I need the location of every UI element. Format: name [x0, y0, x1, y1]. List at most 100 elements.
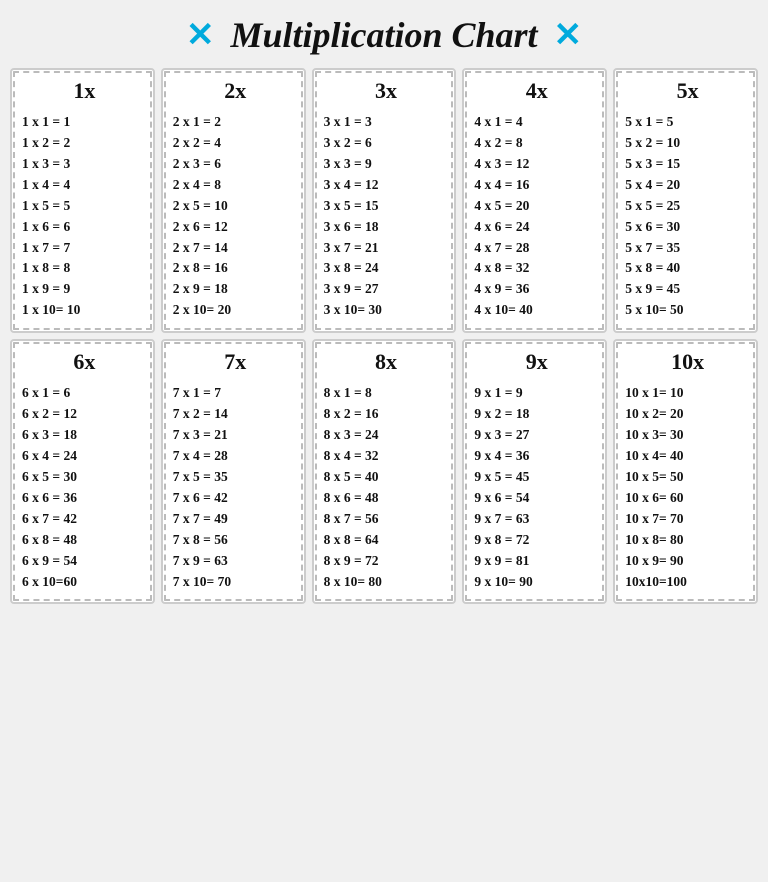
equation-6-6: 6 x 6 = 36	[22, 488, 147, 509]
table-header-3: 3x	[324, 78, 449, 104]
equation-1-8: 1 x 8 = 8	[22, 258, 147, 279]
equation-4-4: 4 x 4 = 16	[474, 175, 599, 196]
equation-6-8: 6 x 8 = 48	[22, 530, 147, 551]
equation-2-9: 2 x 9 = 18	[173, 279, 298, 300]
equation-8-6: 8 x 6 = 48	[324, 488, 449, 509]
equation-5-1: 5 x 1 = 5	[625, 112, 750, 133]
equation-8-7: 8 x 7 = 56	[324, 509, 449, 530]
equation-10-6: 10 x 6= 60	[625, 488, 750, 509]
equation-4-9: 4 x 9 = 36	[474, 279, 599, 300]
page: ✕ Multiplication Chart ✕ 1x1 x 1 = 11 x …	[0, 0, 768, 882]
table-cell-7: 7x7 x 1 = 77 x 2 = 147 x 3 = 217 x 4 = 2…	[161, 339, 306, 604]
table-header-2: 2x	[173, 78, 298, 104]
table-header-7: 7x	[173, 349, 298, 375]
equation-1-4: 1 x 4 = 4	[22, 175, 147, 196]
equation-6-4: 6 x 4 = 24	[22, 446, 147, 467]
equation-5-7: 5 x 7 = 35	[625, 238, 750, 259]
equation-4-6: 4 x 6 = 24	[474, 217, 599, 238]
equation-8-1: 8 x 1 = 8	[324, 383, 449, 404]
equation-4-5: 4 x 5 = 20	[474, 196, 599, 217]
equation-1-2: 1 x 2 = 2	[22, 133, 147, 154]
equation-10-7: 10 x 7= 70	[625, 509, 750, 530]
equation-3-8: 3 x 8 = 24	[324, 258, 449, 279]
right-x-icon: ✕	[554, 15, 583, 55]
equation-7-3: 7 x 3 = 21	[173, 425, 298, 446]
equation-5-4: 5 x 4 = 20	[625, 175, 750, 196]
equation-8-10: 8 x 10= 80	[324, 572, 449, 593]
equation-1-6: 1 x 6 = 6	[22, 217, 147, 238]
table-cell-6: 6x 6 x 1 = 66 x 2 = 126 x 3 = 186 x 4 = 2…	[10, 339, 155, 604]
table-cell-10: 10x10 x 1= 1010 x 2= 2010 x 3= 3010 x 4=…	[613, 339, 758, 604]
equation-8-3: 8 x 3 = 24	[324, 425, 449, 446]
equation-10-3: 10 x 3= 30	[625, 425, 750, 446]
equation-5-10: 5 x 10= 50	[625, 300, 750, 321]
equation-3-5: 3 x 5 = 15	[324, 196, 449, 217]
equation-3-3: 3 x 3 = 9	[324, 154, 449, 175]
equation-4-2: 4 x 2 = 8	[474, 133, 599, 154]
equation-1-7: 1 x 7 = 7	[22, 238, 147, 259]
equation-5-3: 5 x 3 = 15	[625, 154, 750, 175]
table-header-1: 1x	[22, 78, 147, 104]
equation-6-1: 6 x 1 = 6	[22, 383, 147, 404]
equation-4-3: 4 x 3 = 12	[474, 154, 599, 175]
equation-6-9: 6 x 9 = 54	[22, 551, 147, 572]
equation-2-4: 2 x 4 = 8	[173, 175, 298, 196]
equation-2-6: 2 x 6 = 12	[173, 217, 298, 238]
equation-4-7: 4 x 7 = 28	[474, 238, 599, 259]
left-x-icon: ✕	[186, 15, 215, 55]
table-header-10: 10x	[625, 349, 750, 375]
equation-7-6: 7 x 6 = 42	[173, 488, 298, 509]
equation-9-1: 9 x 1 = 9	[474, 383, 599, 404]
equation-8-5: 8 x 5 = 40	[324, 467, 449, 488]
equation-10-10: 10x10=100	[625, 572, 750, 593]
equation-7-2: 7 x 2 = 14	[173, 404, 298, 425]
equation-7-4: 7 x 4 = 28	[173, 446, 298, 467]
equation-2-1: 2 x 1 = 2	[173, 112, 298, 133]
equation-6-2: 6 x 2 = 12	[22, 404, 147, 425]
table-cell-1: 1x1 x 1 = 11 x 2 = 21 x 3 = 31 x 4 = 41 …	[10, 68, 155, 333]
equation-4-10: 4 x 10= 40	[474, 300, 599, 321]
equation-1-3: 1 x 3 = 3	[22, 154, 147, 175]
equation-5-9: 5 x 9 = 45	[625, 279, 750, 300]
equation-3-7: 3 x 7 = 21	[324, 238, 449, 259]
table-header-5: 5x	[625, 78, 750, 104]
equation-9-10: 9 x 10= 90	[474, 572, 599, 593]
equation-7-9: 7 x 9 = 63	[173, 551, 298, 572]
equation-10-9: 10 x 9= 90	[625, 551, 750, 572]
equation-1-9: 1 x 9 = 9	[22, 279, 147, 300]
equation-4-1: 4 x 1 = 4	[474, 112, 599, 133]
title-row: ✕ Multiplication Chart ✕	[186, 14, 582, 56]
table-header-4: 4x	[474, 78, 599, 104]
equation-9-5: 9 x 5 = 45	[474, 467, 599, 488]
equation-9-9: 9 x 9 = 81	[474, 551, 599, 572]
equation-9-4: 9 x 4 = 36	[474, 446, 599, 467]
equation-7-10: 7 x 10= 70	[173, 572, 298, 593]
equation-4-8: 4 x 8 = 32	[474, 258, 599, 279]
table-cell-8: 8x8 x 1 = 88 x 2 = 168 x 3 = 248 x 4 = 3…	[312, 339, 457, 604]
table-cell-2: 2x2 x 1 = 22 x 2 = 42 x 3 = 62 x 4 = 82 …	[161, 68, 306, 333]
equation-3-2: 3 x 2 = 6	[324, 133, 449, 154]
equation-10-1: 10 x 1= 10	[625, 383, 750, 404]
equation-2-8: 2 x 8 = 16	[173, 258, 298, 279]
table-cell-5: 5x 5 x 1 = 55 x 2 = 105 x 3 = 155 x 4 = 2…	[613, 68, 758, 333]
equation-6-10: 6 x 10=60	[22, 572, 147, 593]
equation-9-6: 9 x 6 = 54	[474, 488, 599, 509]
table-header-6: 6x	[22, 349, 147, 375]
equation-3-9: 3 x 9 = 27	[324, 279, 449, 300]
equation-3-10: 3 x 10= 30	[324, 300, 449, 321]
equation-5-2: 5 x 2 = 10	[625, 133, 750, 154]
table-header-8: 8x	[324, 349, 449, 375]
equation-10-8: 10 x 8= 80	[625, 530, 750, 551]
equation-5-5: 5 x 5 = 25	[625, 196, 750, 217]
equation-8-4: 8 x 4 = 32	[324, 446, 449, 467]
equation-3-4: 3 x 4 = 12	[324, 175, 449, 196]
equation-7-7: 7 x 7 = 49	[173, 509, 298, 530]
equation-10-5: 10 x 5= 50	[625, 467, 750, 488]
table-cell-3: 3x3 x 1 = 33 x 2 = 63 x 3 = 93 x 4 = 123…	[312, 68, 457, 333]
equation-7-8: 7 x 8 = 56	[173, 530, 298, 551]
equation-6-3: 6 x 3 = 18	[22, 425, 147, 446]
equation-6-7: 6 x 7 = 42	[22, 509, 147, 530]
equation-6-5: 6 x 5 = 30	[22, 467, 147, 488]
page-title: Multiplication Chart	[230, 14, 537, 56]
equation-8-9: 8 x 9 = 72	[324, 551, 449, 572]
